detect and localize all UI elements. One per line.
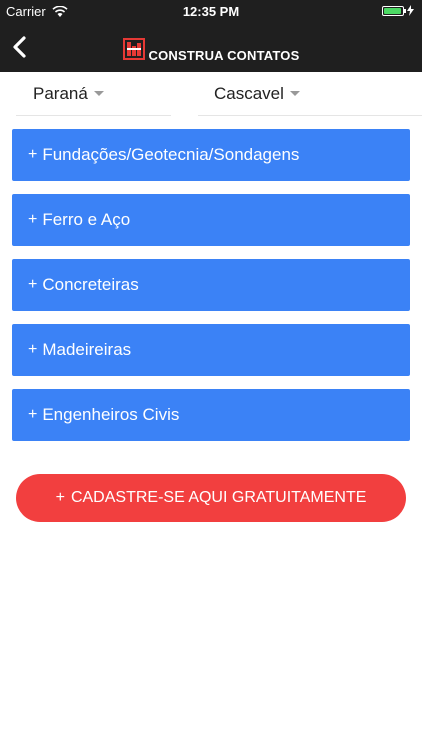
plus-icon: + xyxy=(28,341,38,358)
category-label: Ferro e Aço xyxy=(42,210,131,229)
nav-bar: CONSTRUA CONTATOS xyxy=(0,22,422,72)
battery-icon xyxy=(382,5,406,16)
caret-down-icon xyxy=(289,91,300,96)
category-label: Madeireiras xyxy=(42,340,132,359)
city-select-value: Cascavel xyxy=(214,83,284,103)
category-fundacoes[interactable]: + Fundações/Geotecnia/Sondagens xyxy=(12,129,410,181)
clock: 12:35 PM xyxy=(182,4,240,19)
category-concreteiras[interactable]: + Concreteiras xyxy=(12,259,410,311)
plus-icon: + xyxy=(28,211,38,228)
plus-icon: + xyxy=(28,406,38,423)
plus-icon: + xyxy=(28,146,38,163)
category-label: Concreteiras xyxy=(42,275,139,294)
location-filters: Paraná Cascavel xyxy=(0,72,422,118)
category-label: Engenheiros Civis xyxy=(42,405,180,424)
city-select[interactable]: Cascavel xyxy=(198,72,422,116)
state-select[interactable]: Paraná xyxy=(16,72,171,116)
caret-down-icon xyxy=(93,91,104,96)
signup-button[interactable]: + CADASTRE-SE AQUI GRATUITAMENTE xyxy=(16,474,406,522)
construa-logo-icon xyxy=(122,38,145,60)
status-bar: Carrier 12:35 PM xyxy=(0,0,422,22)
signup-button-label: CADASTRE-SE AQUI GRATUITAMENTE xyxy=(70,489,367,506)
plus-icon: + xyxy=(55,489,65,506)
category-madeireiras[interactable]: + Madeireiras xyxy=(12,324,410,376)
category-engenheiros-civis[interactable]: + Engenheiros Civis xyxy=(12,389,410,441)
state-select-value: Paraná xyxy=(33,83,88,103)
category-list: + Fundações/Geotecnia/Sondagens + Ferro … xyxy=(0,118,422,441)
signup-section: + CADASTRE-SE AQUI GRATUITAMENTE xyxy=(0,454,422,522)
category-ferro-e-aco[interactable]: + Ferro e Aço xyxy=(12,194,410,246)
charging-bolt-icon xyxy=(407,5,414,16)
plus-icon: + xyxy=(28,276,38,293)
brand: CONSTRUA CONTATOS xyxy=(0,38,422,66)
battery-indicator xyxy=(382,5,414,16)
brand-title: CONSTRUA CONTATOS xyxy=(148,47,300,63)
category-label: Fundações/Geotecnia/Sondagens xyxy=(42,145,300,164)
